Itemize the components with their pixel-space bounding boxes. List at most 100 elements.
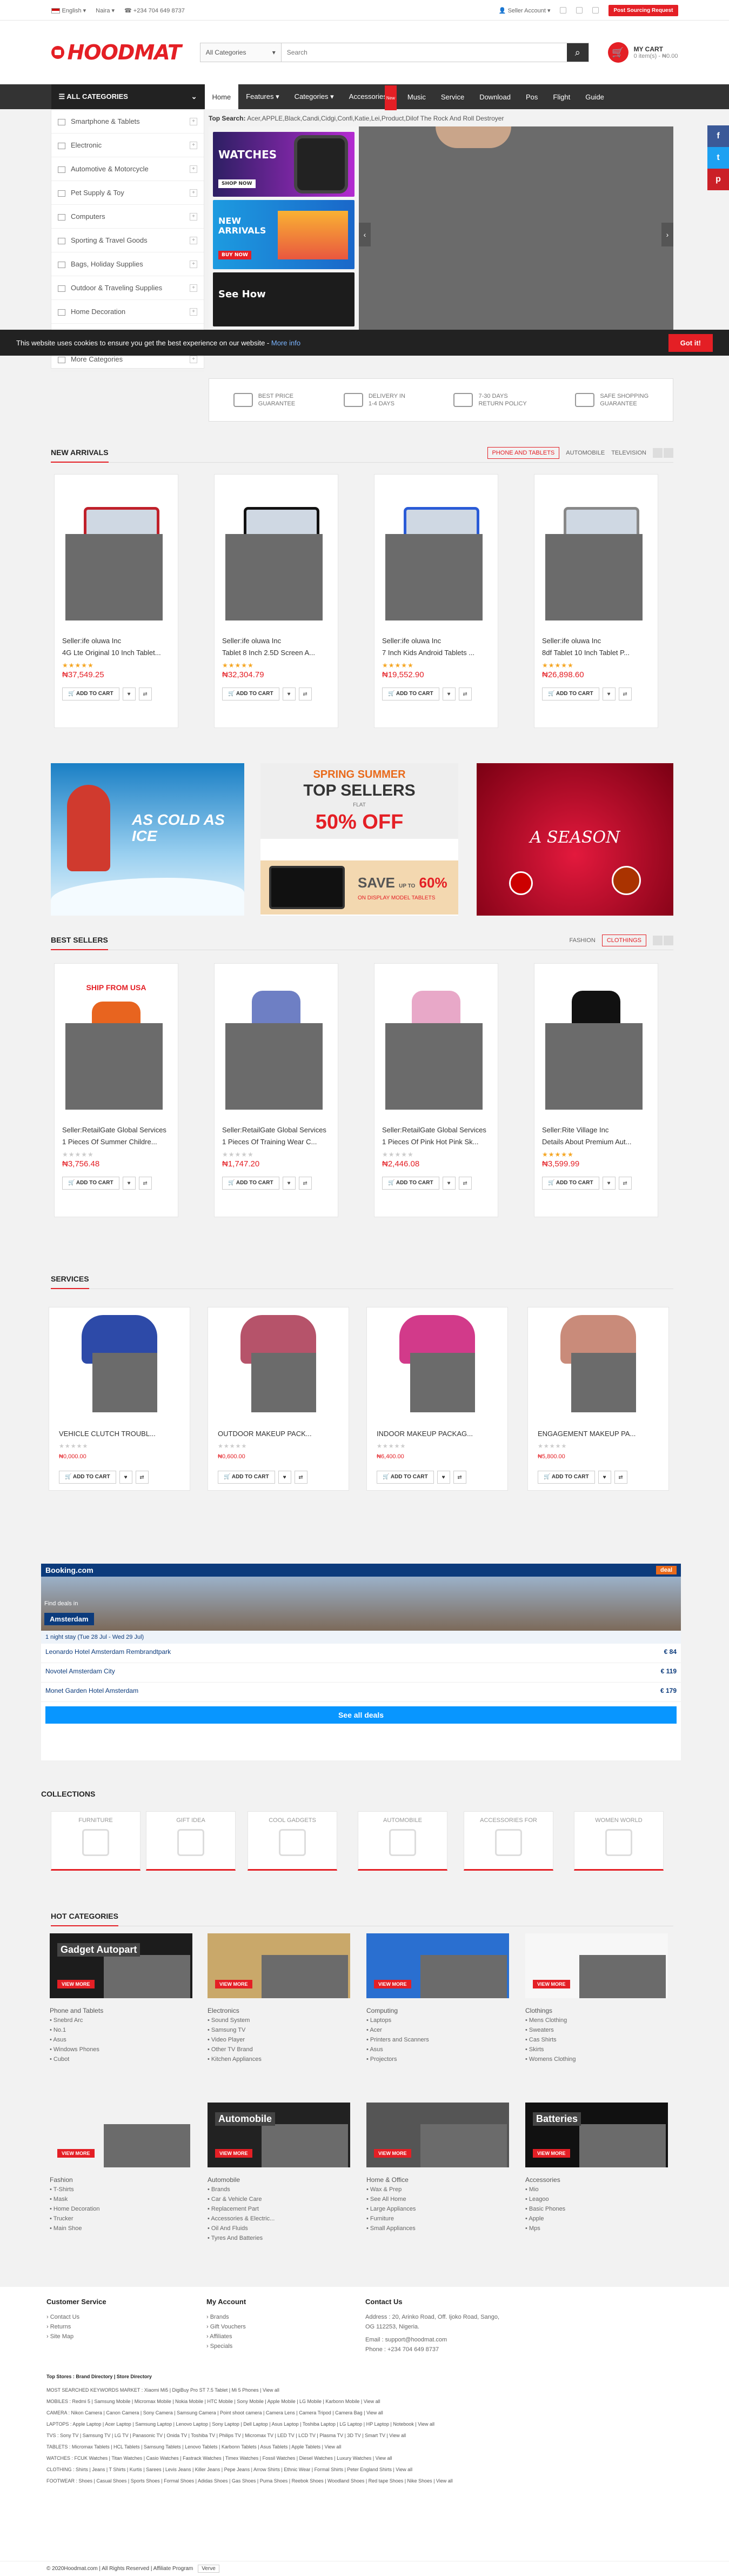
hot-category-link[interactable]: Projectors (366, 2054, 509, 2064)
prev-arrow-icon[interactable] (653, 935, 663, 945)
prev-arrow-icon[interactable] (653, 448, 663, 458)
hot-category-title[interactable]: Phone and Tablets (50, 2007, 192, 2014)
hotel-row[interactable]: Monet Garden Hotel Amsterdam € 179 (41, 1683, 681, 1702)
nav-link[interactable]: Features ▾ (238, 84, 286, 109)
view-more-button[interactable]: VIEW MORE (374, 2149, 411, 2158)
search-button[interactable]: ⌕ (566, 43, 588, 62)
hot-category-link[interactable]: Asus (50, 2035, 192, 2045)
seller-name[interactable]: Seller:ife oluwa Inc (542, 637, 653, 645)
hot-category-link[interactable]: Leagoo (525, 2194, 668, 2204)
service-name[interactable]: OUTDOOR MAKEUP PACK... (218, 1430, 337, 1438)
hot-category-link[interactable]: Sweaters (525, 2025, 668, 2035)
hot-category-title[interactable]: Home & Office (366, 2176, 509, 2184)
expand-plus-icon[interactable]: + (190, 141, 197, 149)
hot-category-banner[interactable]: Batteries VIEW MORE (525, 2103, 668, 2167)
footer-email[interactable]: Email : support@hoodmat.com (365, 2335, 506, 2345)
keyword-row[interactable]: FOOTWEAR : Shoes | Casual Shoes | Sports… (46, 2475, 684, 2487)
hot-category-link[interactable]: Main Shoe (50, 2224, 192, 2233)
seller-account-link[interactable]: 👤 Seller Account ▾ (499, 7, 551, 14)
add-to-cart-button[interactable]: 🛒 ADD TO CART (538, 1471, 595, 1484)
footer-link[interactable]: › Gift Vouchers (206, 2322, 246, 2332)
product-card[interactable]: SHIP FROM USA Seller:RetailGate Global Se… (54, 963, 178, 1217)
hoodmat-logo[interactable]: HOODMAT (51, 41, 182, 64)
nav-link[interactable]: Pos (518, 84, 545, 109)
add-to-cart-button[interactable]: 🛒 ADD TO CART (382, 1177, 439, 1190)
hot-category-link[interactable]: Oil And Fluids (208, 2224, 350, 2233)
sidebar-category-item[interactable]: Home Decoration + (51, 300, 204, 324)
hot-category-link[interactable]: Womens Clothing (525, 2054, 668, 2064)
hot-category-link[interactable]: See All Home (366, 2194, 509, 2204)
seller-name[interactable]: Seller:Rite Village Inc (542, 1126, 653, 1134)
hot-category-link[interactable]: Small Appliances (366, 2224, 509, 2233)
hotel-row[interactable]: Novotel Amsterdam City € 119 (41, 1663, 681, 1683)
wishlist-button[interactable]: ♥ (442, 1177, 456, 1190)
wishlist-button[interactable]: ♥ (602, 688, 616, 700)
hot-category-link[interactable]: Wax & Prep (366, 2185, 509, 2194)
sidebar-category-item[interactable]: Sporting & Travel Goods + (51, 229, 204, 252)
checkout-icon[interactable] (592, 7, 599, 14)
add-to-cart-button[interactable]: 🛒 ADD TO CART (218, 1471, 275, 1484)
hot-category-link[interactable]: Mio (525, 2185, 668, 2194)
view-more-button[interactable]: VIEW MORE (533, 1980, 570, 1988)
nav-link[interactable]: Service (433, 84, 472, 109)
service-card[interactable]: VEHICLE CLUTCH TROUBL... ★★★★★ ₦0,000.00 🛒 … (49, 1307, 190, 1491)
add-to-cart-button[interactable]: 🛒 ADD TO CART (222, 1177, 279, 1190)
expand-plus-icon[interactable]: + (190, 260, 197, 268)
nav-link[interactable]: Guide (578, 84, 612, 109)
post-sourcing-request-button[interactable]: Post Sourcing Request (608, 4, 678, 16)
expand-plus-icon[interactable]: + (190, 308, 197, 316)
expand-plus-icon[interactable]: + (190, 236, 197, 244)
tab-television[interactable]: TELEVISION (611, 450, 646, 456)
product-card[interactable]: Seller:Rite Village Inc Details About Pre… (534, 963, 658, 1217)
next-arrow-icon[interactable] (664, 935, 673, 945)
compare-icon[interactable] (576, 7, 583, 14)
booking-logo[interactable]: Booking.com (45, 1566, 93, 1574)
sidebar-category-item[interactable]: Bags, Holiday Supplies + (51, 252, 204, 276)
expand-plus-icon[interactable]: + (190, 212, 197, 221)
keyword-row[interactable]: CAMERA : Nikon Camera | Canon Camera | S… (46, 2407, 684, 2419)
view-more-button[interactable]: VIEW MORE (374, 1980, 411, 1988)
wishlist-button[interactable]: ♥ (278, 1471, 291, 1484)
hot-category-link[interactable]: Acer (366, 2025, 509, 2035)
add-to-cart-button[interactable]: 🛒 ADD TO CART (542, 1177, 599, 1190)
hot-category-link[interactable]: T-Shirts (50, 2185, 192, 2194)
product-name[interactable]: 7 Inch Kids Android Tablets ... (382, 649, 493, 657)
add-to-cart-button[interactable]: 🛒 ADD TO CART (62, 1177, 119, 1190)
product-card[interactable]: Seller:ife oluwa Inc Tablet 8 Inch 2.5D S… (214, 474, 338, 728)
seller-name[interactable]: Seller:ife oluwa Inc (382, 637, 493, 645)
keyword-row[interactable]: MOST SEARCHED KEYWORDS MARKET : Xiaomi M… (46, 2385, 684, 2396)
ad-cold-as-ice[interactable]: AS COLD AS ICE (51, 763, 244, 916)
hotel-name[interactable]: Novotel Amsterdam City (45, 1667, 115, 1678)
keyword-row[interactable]: LAPTOPS : Apple Laptop | Acer Laptop | S… (46, 2419, 684, 2430)
expand-plus-icon[interactable]: + (190, 117, 197, 125)
tab-clothings[interactable]: CLOTHINGS (601, 934, 646, 946)
keyword-row[interactable]: WATCHES : FCUK Watches | Titan Watches |… (46, 2453, 684, 2464)
hero-banner[interactable]: WATCHES SHOP NOW NEW ARRIVALS BUY NOW Se… (209, 126, 673, 331)
view-more-button[interactable]: VIEW MORE (57, 2149, 95, 2158)
view-more-button[interactable]: VIEW MORE (533, 2149, 570, 2158)
add-to-cart-button[interactable]: 🛒 ADD TO CART (62, 688, 119, 700)
hot-category-link[interactable]: Kitchen Appliances (208, 2054, 350, 2064)
hot-category-title[interactable]: Accessories (525, 2176, 668, 2184)
expand-plus-icon[interactable]: + (190, 189, 197, 197)
compare-button[interactable]: ⇄ (618, 688, 632, 700)
hot-category-link[interactable]: Basic Phones (525, 2204, 668, 2214)
hotel-name[interactable]: Monet Garden Hotel Amsterdam (45, 1687, 138, 1697)
product-name[interactable]: Details About Premium Aut... (542, 1138, 653, 1146)
tab-phone-and-tablets[interactable]: PHONE AND TABLETS (487, 446, 560, 459)
see-all-deals-button[interactable]: See all deals (45, 1706, 677, 1724)
hot-category-link[interactable]: Video Player (208, 2035, 350, 2045)
hot-category-link[interactable]: Cas Shirts (525, 2035, 668, 2045)
service-name[interactable]: ENGAGEMENT MAKEUP PA... (538, 1430, 657, 1438)
hotel-name[interactable]: Leonardo Hotel Amsterdam Rembrandtpark (45, 1648, 171, 1658)
watches-promo[interactable]: WATCHES SHOP NOW (213, 132, 355, 197)
add-to-cart-button[interactable]: 🛒 ADD TO CART (377, 1471, 434, 1484)
wishlist-button[interactable]: ♥ (282, 688, 296, 700)
hot-category-link[interactable]: Trucker (50, 2214, 192, 2224)
cookie-more-info-link[interactable]: More info (271, 339, 300, 347)
all-categories-toggle[interactable]: ☰ ALL CATEGORIES ⌄ (51, 84, 205, 109)
expand-plus-icon[interactable]: + (190, 355, 197, 363)
wishlist-icon[interactable] (560, 7, 567, 14)
collection-tile[interactable]: AUTOMOBILE (358, 1811, 447, 1871)
product-card[interactable]: Seller:RetailGate Global Services 1 Piece… (374, 963, 498, 1217)
